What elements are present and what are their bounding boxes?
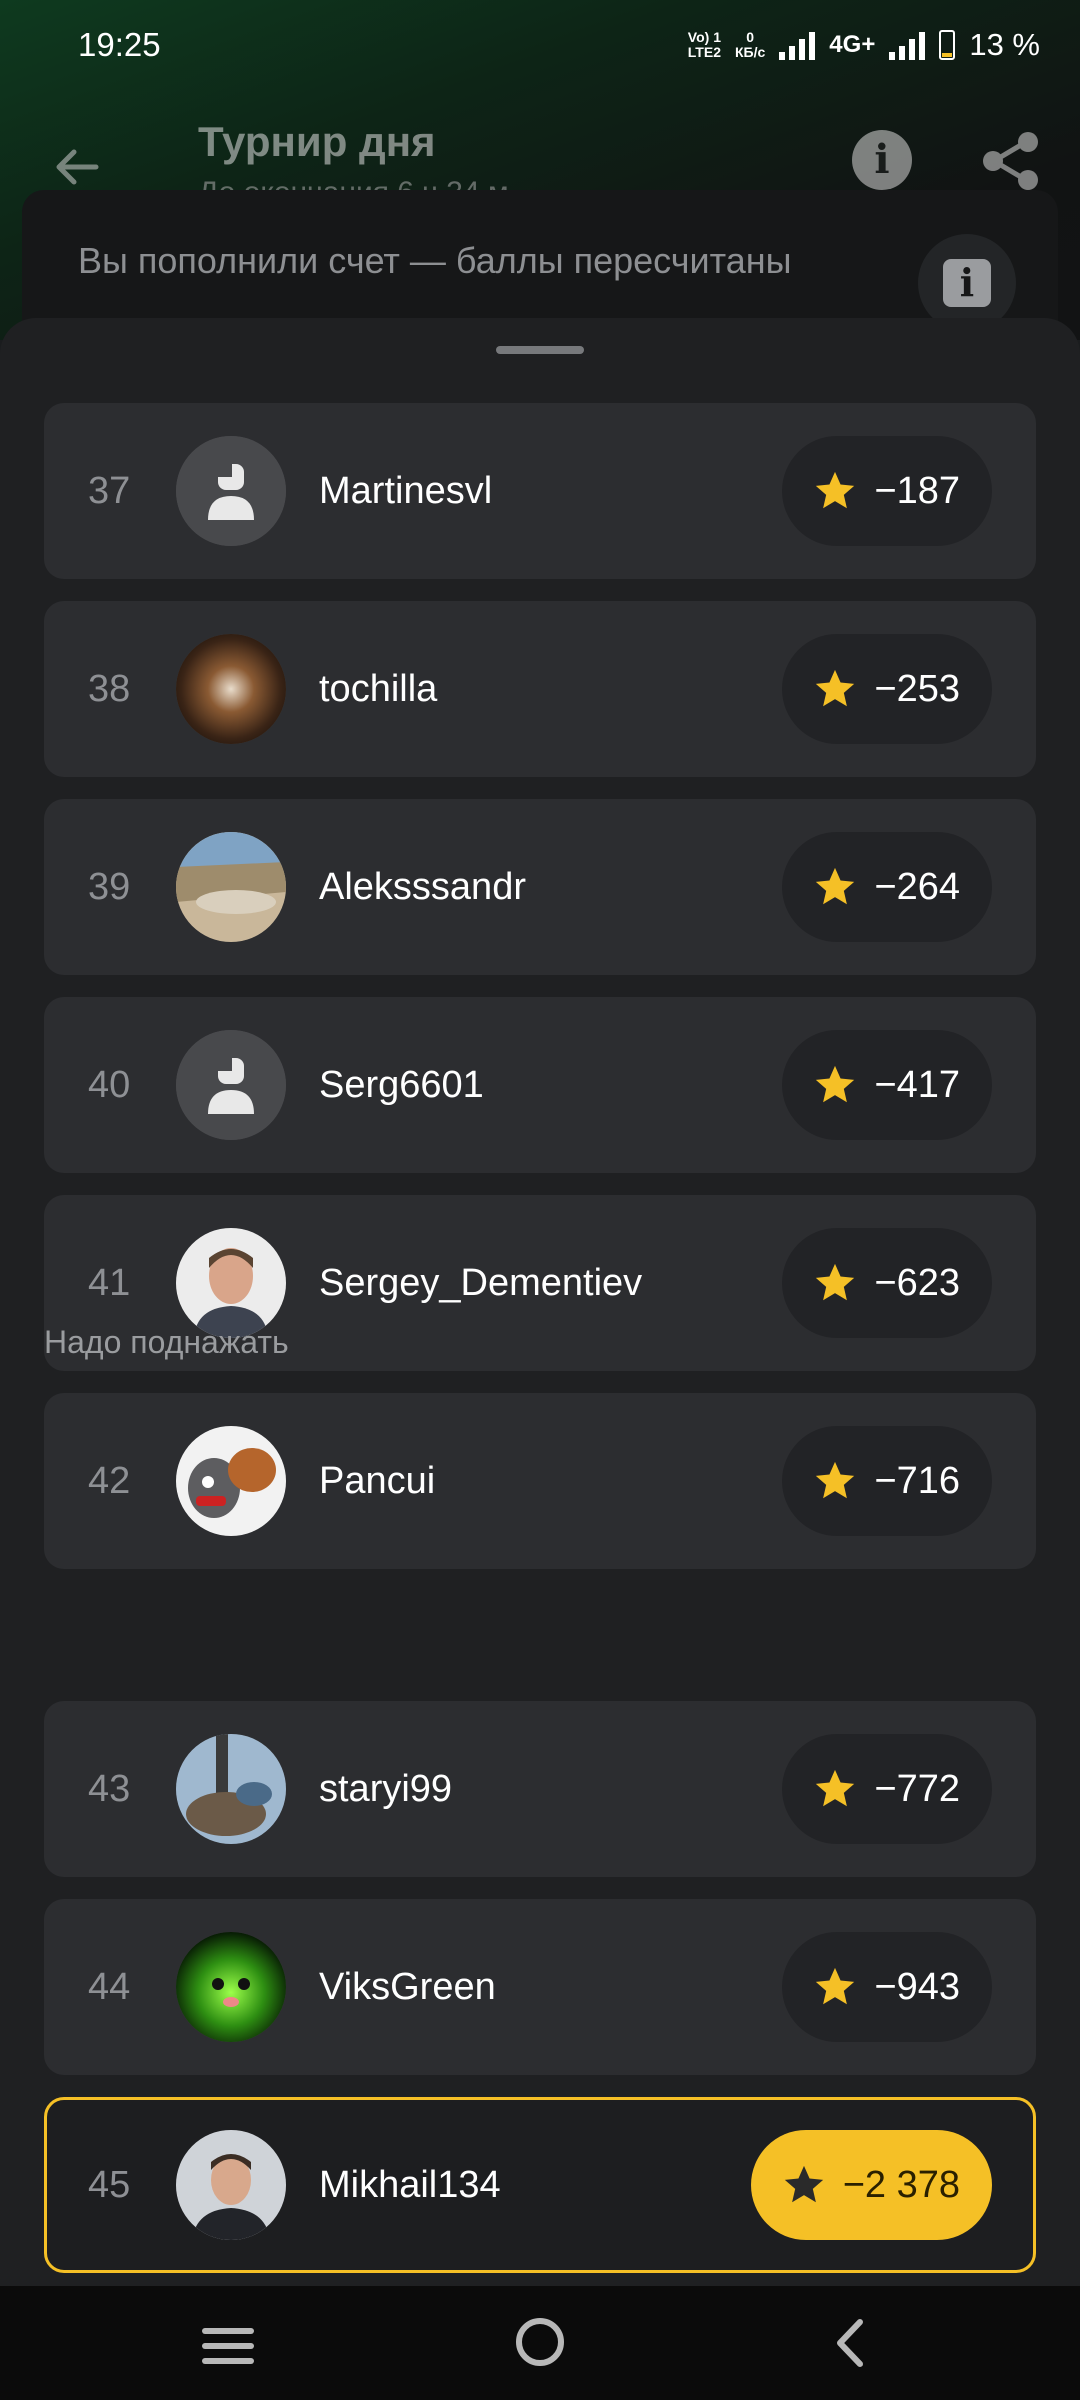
row-username: Pancui (319, 1460, 436, 1502)
drag-handle[interactable] (496, 346, 584, 354)
status-bar: 19:25 Vo) 1 LTE2 0 КБ/с 4G+ 13 % (0, 0, 1080, 90)
back-icon[interactable] (826, 2316, 876, 2370)
row-username: staryi99 (319, 1768, 453, 1810)
section-label: Надо поднажать (44, 1324, 289, 1360)
score-badge: −264 (782, 832, 992, 942)
row-username: ViksGreen (319, 1966, 496, 2008)
star-icon (816, 669, 855, 707)
default-avatar-icon (176, 1030, 286, 1140)
star-icon (816, 471, 855, 509)
score-value: −772 (874, 1767, 960, 1810)
score-value: −264 (874, 865, 960, 908)
star-icon (816, 867, 855, 905)
row-rank: 45 (88, 2164, 131, 2206)
score-badge: −716 (782, 1426, 992, 1536)
score-badge: −2 378 (750, 2130, 992, 2240)
speed-unit: КБ/с (735, 44, 766, 60)
leaderboard-row[interactable]: 44 ViksGreen −943 (44, 1899, 1036, 2075)
leaderboard-row[interactable]: 39 Aleksssandr −264 (44, 799, 1036, 975)
system-nav-bar (0, 2286, 1080, 2400)
score-badge: −417 (782, 1030, 992, 1140)
share-icon[interactable] (980, 130, 1042, 192)
signal-icon-2 (889, 30, 926, 60)
leaderboard-row[interactable]: 42 Pancui −716 (44, 1393, 1036, 1569)
row-username: Mikhail134 (319, 2164, 501, 2206)
network-speed: 0 КБ/с (735, 30, 765, 60)
toast-message: Вы пополнили счет — баллы пересчитаны (78, 240, 792, 281)
score-badge: −943 (782, 1932, 992, 2042)
row-rank: 44 (88, 1966, 131, 2008)
battery-icon (939, 30, 956, 60)
star-icon (816, 1769, 855, 1807)
score-badge: −772 (782, 1734, 992, 1844)
score-value: −253 (874, 667, 960, 710)
score-value: −623 (874, 1261, 960, 1304)
status-icons: Vo) 1 LTE2 0 КБ/с 4G+ 13 % (688, 27, 1040, 63)
signal-icon (779, 30, 816, 60)
star-icon (816, 1461, 855, 1499)
user-avatar (176, 832, 286, 942)
leaderboard-row[interactable]: 38 tochilla −253 (44, 601, 1036, 777)
row-rank: 42 (88, 1460, 131, 1502)
info-icon[interactable]: i (852, 130, 912, 190)
user-avatar (176, 634, 286, 744)
battery-percent: 13 % (969, 27, 1040, 62)
user-avatar (176, 1932, 286, 2042)
row-username: tochilla (319, 668, 438, 710)
leaderboard-row[interactable]: 37 Martinesvl −187 (44, 403, 1036, 579)
menu-icon[interactable] (202, 2328, 254, 2364)
score-badge: −623 (782, 1228, 992, 1338)
row-username: Serg6601 (319, 1064, 484, 1106)
back-arrow-icon[interactable] (52, 142, 102, 192)
volte-indicator: Vo) 1 LTE2 (688, 30, 721, 60)
info-icon: i (943, 259, 991, 307)
leaderboard-row[interactable]: 43 staryi99 −772 (44, 1701, 1036, 1877)
star-icon (816, 1967, 855, 2005)
star-icon (816, 1263, 855, 1301)
row-rank: 39 (88, 866, 131, 908)
user-avatar (176, 1426, 286, 1536)
volte-label: Vo) 1 (687, 29, 721, 45)
row-username: Martinesvl (319, 470, 493, 512)
user-avatar (176, 1734, 286, 1844)
score-badge: −253 (782, 634, 992, 744)
star-icon (816, 1065, 855, 1103)
default-avatar-icon (176, 436, 286, 546)
score-value: −2 378 (842, 2163, 960, 2206)
star-icon (784, 2165, 823, 2203)
row-rank: 43 (88, 1768, 131, 1810)
row-username: Aleksssandr (319, 866, 526, 908)
score-value: −716 (874, 1459, 960, 1502)
speed-value: 0 (746, 29, 755, 45)
network-type: 4G+ (829, 31, 876, 58)
score-value: −943 (874, 1965, 960, 2008)
current-user-row[interactable]: 45 Mikhail134 −2 378 (44, 2097, 1036, 2273)
status-time: 19:25 (78, 26, 161, 63)
score-badge: −187 (782, 436, 992, 546)
page-title: Турнир дня (198, 118, 436, 165)
score-value: −417 (874, 1063, 960, 1106)
row-rank: 37 (88, 470, 131, 512)
leaderboard-row[interactable]: 40 Serg6601 −417 (44, 997, 1036, 1173)
user-avatar (176, 1228, 286, 1338)
lte-label: LTE2 (687, 44, 721, 60)
row-username: Sergey_Dementiev (319, 1262, 643, 1304)
home-icon[interactable] (516, 2318, 564, 2366)
row-rank: 40 (88, 1064, 131, 1106)
user-avatar (176, 2130, 286, 2240)
row-rank: 38 (88, 668, 131, 710)
score-value: −187 (874, 469, 960, 512)
